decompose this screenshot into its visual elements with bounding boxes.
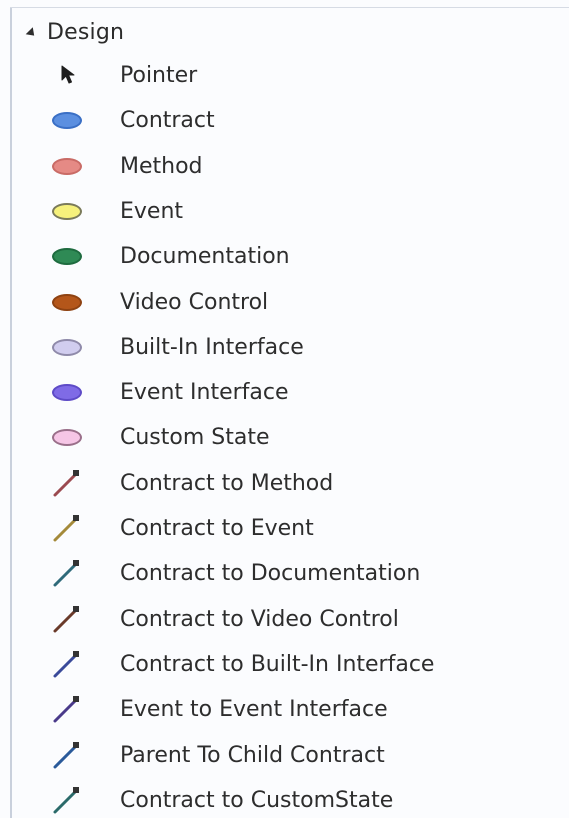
- toolbox-item-video-control[interactable]: Video Control: [40, 282, 560, 322]
- oval-icon: [40, 146, 96, 186]
- pointer-icon: [40, 55, 96, 95]
- connector-icon: [40, 735, 96, 775]
- oval-shape-icon: [52, 429, 82, 446]
- toolbox-item-label: Contract to Video Control: [120, 606, 399, 632]
- toolbox-item-label: Contract to Documentation: [120, 560, 421, 586]
- panel-left-border: [10, 8, 12, 818]
- panel-top-border: [10, 7, 569, 8]
- expanded-caret-icon[interactable]: [25, 26, 38, 39]
- toolbox-item-label: Event Interface: [120, 379, 289, 405]
- connector-icon: [40, 553, 96, 593]
- oval-icon: [40, 282, 96, 322]
- oval-icon: [40, 327, 96, 367]
- toolbox-item-label: Documentation: [120, 243, 290, 269]
- oval-icon: [40, 191, 96, 231]
- toolbox-item-documentation[interactable]: Documentation: [40, 236, 560, 276]
- oval-shape-icon: [52, 339, 82, 356]
- oval-shape-icon: [52, 384, 82, 401]
- connector-icon: [40, 689, 96, 729]
- oval-shape-icon: [52, 158, 82, 175]
- connector-icon: [40, 463, 96, 503]
- toolbox-item-contract-to-video-control[interactable]: Contract to Video Control: [40, 599, 560, 639]
- toolbox-item-label: Method: [120, 153, 203, 179]
- oval-shape-icon: [52, 112, 82, 129]
- oval-icon: [40, 372, 96, 412]
- toolbox-item-built-in-interface[interactable]: Built-In Interface: [40, 327, 560, 367]
- toolbox-item-parent-to-child-contract[interactable]: Parent To Child Contract: [40, 735, 560, 775]
- toolbox-item-contract-to-method[interactable]: Contract to Method: [40, 463, 560, 503]
- toolbox-item-contract-to-event[interactable]: Contract to Event: [40, 508, 560, 548]
- toolbox-item-label: Contract to Built-In Interface: [120, 651, 435, 677]
- toolbox-item-label: Video Control: [120, 289, 269, 315]
- toolbox-item-label: Event to Event Interface: [120, 696, 388, 722]
- toolbox-item-method[interactable]: Method: [40, 146, 560, 186]
- toolbox-item-event[interactable]: Event: [40, 191, 560, 231]
- oval-shape-icon: [52, 294, 82, 311]
- toolbox-item-contract[interactable]: Contract: [40, 100, 560, 140]
- group-header-label: Design: [47, 19, 125, 45]
- oval-shape-icon: [52, 203, 82, 220]
- group-header-design[interactable]: Design: [25, 16, 125, 48]
- toolbox-item-event-interface[interactable]: Event Interface: [40, 372, 560, 412]
- toolbox-item-label: Parent To Child Contract: [120, 742, 385, 768]
- connector-icon: [40, 780, 96, 820]
- toolbox-panel: Design Pointer Contract Method Event Documen…: [0, 0, 569, 818]
- toolbox-item-custom-state[interactable]: Custom State: [40, 417, 560, 457]
- toolbox-item-contract-to-documentation[interactable]: Contract to Documentation: [40, 553, 560, 593]
- oval-icon: [40, 100, 96, 140]
- connector-icon: [40, 508, 96, 548]
- toolbox-item-label: Event: [120, 198, 184, 224]
- toolbox-item-contract-to-built-in-interface[interactable]: Contract to Built-In Interface: [40, 644, 560, 684]
- toolbox-item-label: Contract: [120, 107, 215, 133]
- oval-icon: [40, 417, 96, 457]
- toolbox-item-label: Contract to Method: [120, 470, 334, 496]
- connector-icon: [40, 644, 96, 684]
- connector-icon: [40, 599, 96, 639]
- oval-icon: [40, 236, 96, 276]
- toolbox-item-label: Contract to CustomState: [120, 787, 394, 813]
- toolbox-item-pointer[interactable]: Pointer: [40, 55, 560, 95]
- toolbox-item-label: Custom State: [120, 424, 270, 450]
- toolbox-item-event-to-event-interface[interactable]: Event to Event Interface: [40, 689, 560, 729]
- toolbox-item-label: Pointer: [120, 62, 198, 88]
- toolbox-item-label: Contract to Event: [120, 515, 314, 541]
- toolbox-item-label: Built-In Interface: [120, 334, 304, 360]
- toolbox-item-contract-to-customstate[interactable]: Contract to CustomState: [40, 780, 560, 820]
- oval-shape-icon: [52, 248, 82, 265]
